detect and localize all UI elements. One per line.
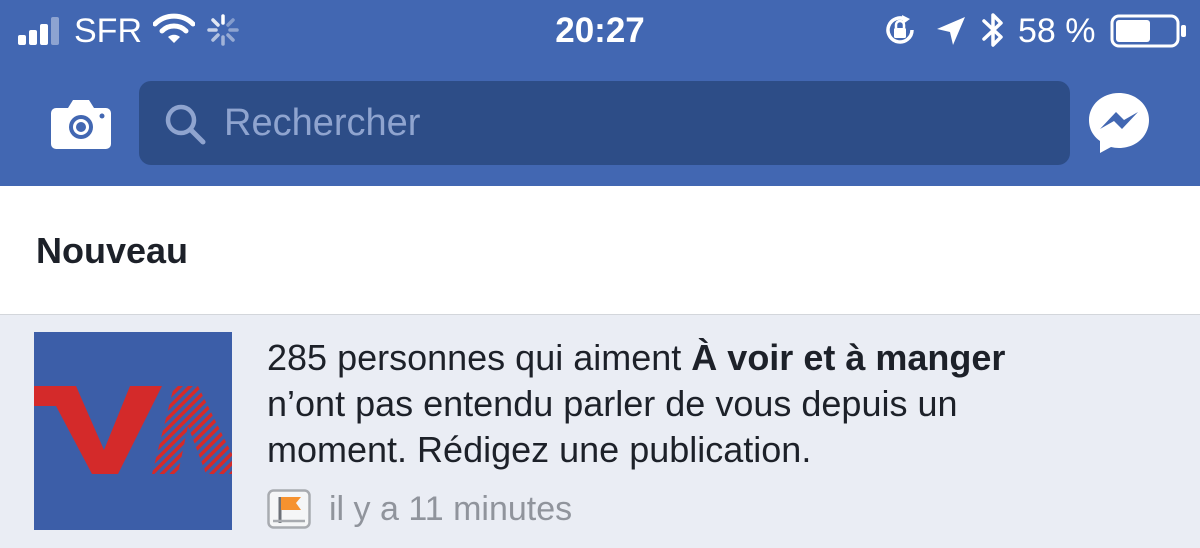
messenger-icon[interactable] <box>1086 90 1152 156</box>
battery-percent: 58 % <box>1018 12 1096 50</box>
notification-text-line-3: moment. Rédigez une publication. <box>267 429 812 470</box>
notification-text-line-2: n’ont pas entendu parler de vous depuis … <box>267 383 958 424</box>
bluetooth-icon <box>982 13 1003 47</box>
battery-icon <box>1110 14 1186 48</box>
notification-time: il y a 11 minutes <box>329 490 573 528</box>
rotation-lock-icon <box>886 15 914 44</box>
notification-item[interactable]: 285 personnes qui aiment À voir et à man… <box>0 315 1200 548</box>
notification-message: 285 personnes qui aiment À voir et à man… <box>267 335 1167 473</box>
camera-icon[interactable] <box>50 96 112 150</box>
search-icon <box>165 104 206 145</box>
page-logo <box>34 332 232 530</box>
app-header: SFR 20:27 58 % Rechercher <box>0 0 1200 186</box>
notifications-section-header: Nouveau <box>0 186 1200 315</box>
facebook-notifications-screen: SFR 20:27 58 % Rechercher Nouveau 285 pe… <box>0 0 1200 548</box>
search-input[interactable]: Rechercher <box>139 81 1070 165</box>
notification-text-prefix: 285 personnes qui aiment <box>267 337 692 378</box>
location-arrow-icon <box>937 17 965 45</box>
search-placeholder: Rechercher <box>224 102 421 144</box>
status-bar: SFR 20:27 58 % <box>0 0 1200 62</box>
page-logo-graphic <box>34 332 232 530</box>
notification-page-name: À voir et à manger <box>691 337 1006 378</box>
section-title: Nouveau <box>36 230 189 271</box>
page-flag-icon <box>267 489 311 529</box>
